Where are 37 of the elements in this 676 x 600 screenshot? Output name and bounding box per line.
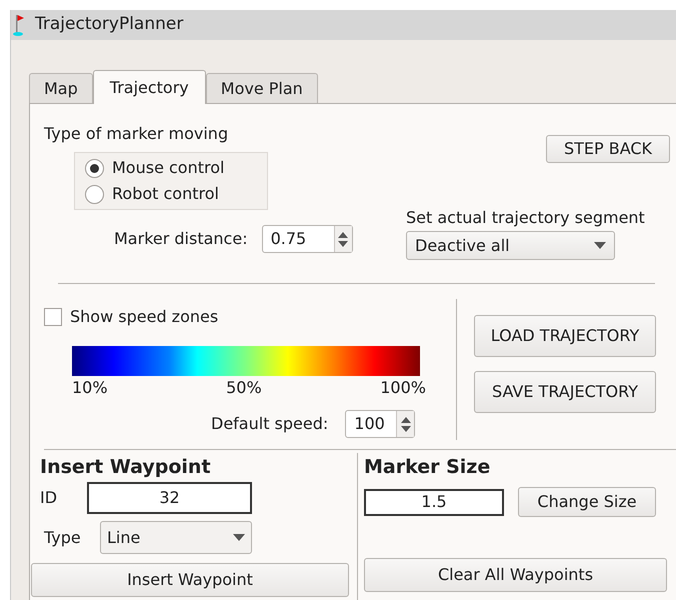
spin-arrows-icon[interactable] (396, 411, 414, 437)
spin-arrows-icon[interactable] (334, 226, 352, 252)
checkbox[interactable] (44, 308, 62, 326)
marker-size-input-field[interactable]: 1.5 (364, 488, 504, 516)
change-size-button[interactable]: Change Size (518, 487, 656, 517)
section-heading: Marker Size (364, 455, 492, 479)
field-label: Default speed: (211, 413, 328, 435)
dropdown-caret-icon (233, 534, 245, 541)
scale-label: 10% (72, 377, 108, 399)
section-heading: Insert Waypoint (40, 455, 212, 479)
dropdown-caret-icon (594, 242, 606, 249)
radio-option[interactable]: Robot control (85, 181, 267, 207)
step-back-button[interactable]: STEP BACK (546, 135, 670, 163)
load-trajectory-button[interactable]: LOAD TRAJECTORY (474, 315, 656, 357)
insert-waypoint-button[interactable]: Insert Waypoint (31, 563, 349, 597)
tab[interactable]: Map (29, 73, 93, 103)
checkbox-label: Show speed zones (70, 306, 218, 328)
spin-box[interactable]: 0.75 (262, 225, 353, 253)
save-trajectory-button[interactable]: SAVE TRAJECTORY (474, 371, 656, 413)
clear-waypoints-button[interactable]: Clear All Waypoints (364, 558, 667, 592)
id-input-field[interactable]: 32 (87, 482, 252, 514)
segment-dropdown[interactable]: Deactive all (406, 231, 615, 260)
field-label: ID (40, 487, 58, 509)
scale-label: 50% (226, 377, 262, 399)
field-label: Set actual trajectory segment (406, 208, 646, 228)
tab[interactable]: Trajectory (92, 70, 206, 104)
field-label: Type (43, 526, 82, 548)
scale-label: 100% (380, 377, 426, 399)
window-title: TrajectoryPlanner (35, 13, 184, 36)
tab[interactable]: Move Plan (206, 73, 318, 103)
spin-box[interactable]: 100 (345, 410, 416, 438)
group-label: Type of marker moving (44, 124, 230, 144)
radio-button[interactable] (85, 184, 104, 204)
type-dropdown[interactable]: Line (100, 521, 252, 554)
radio-button[interactable] (85, 158, 104, 178)
radio-option[interactable]: Mouse control (85, 155, 267, 181)
field-label: Marker distance: (114, 228, 248, 250)
